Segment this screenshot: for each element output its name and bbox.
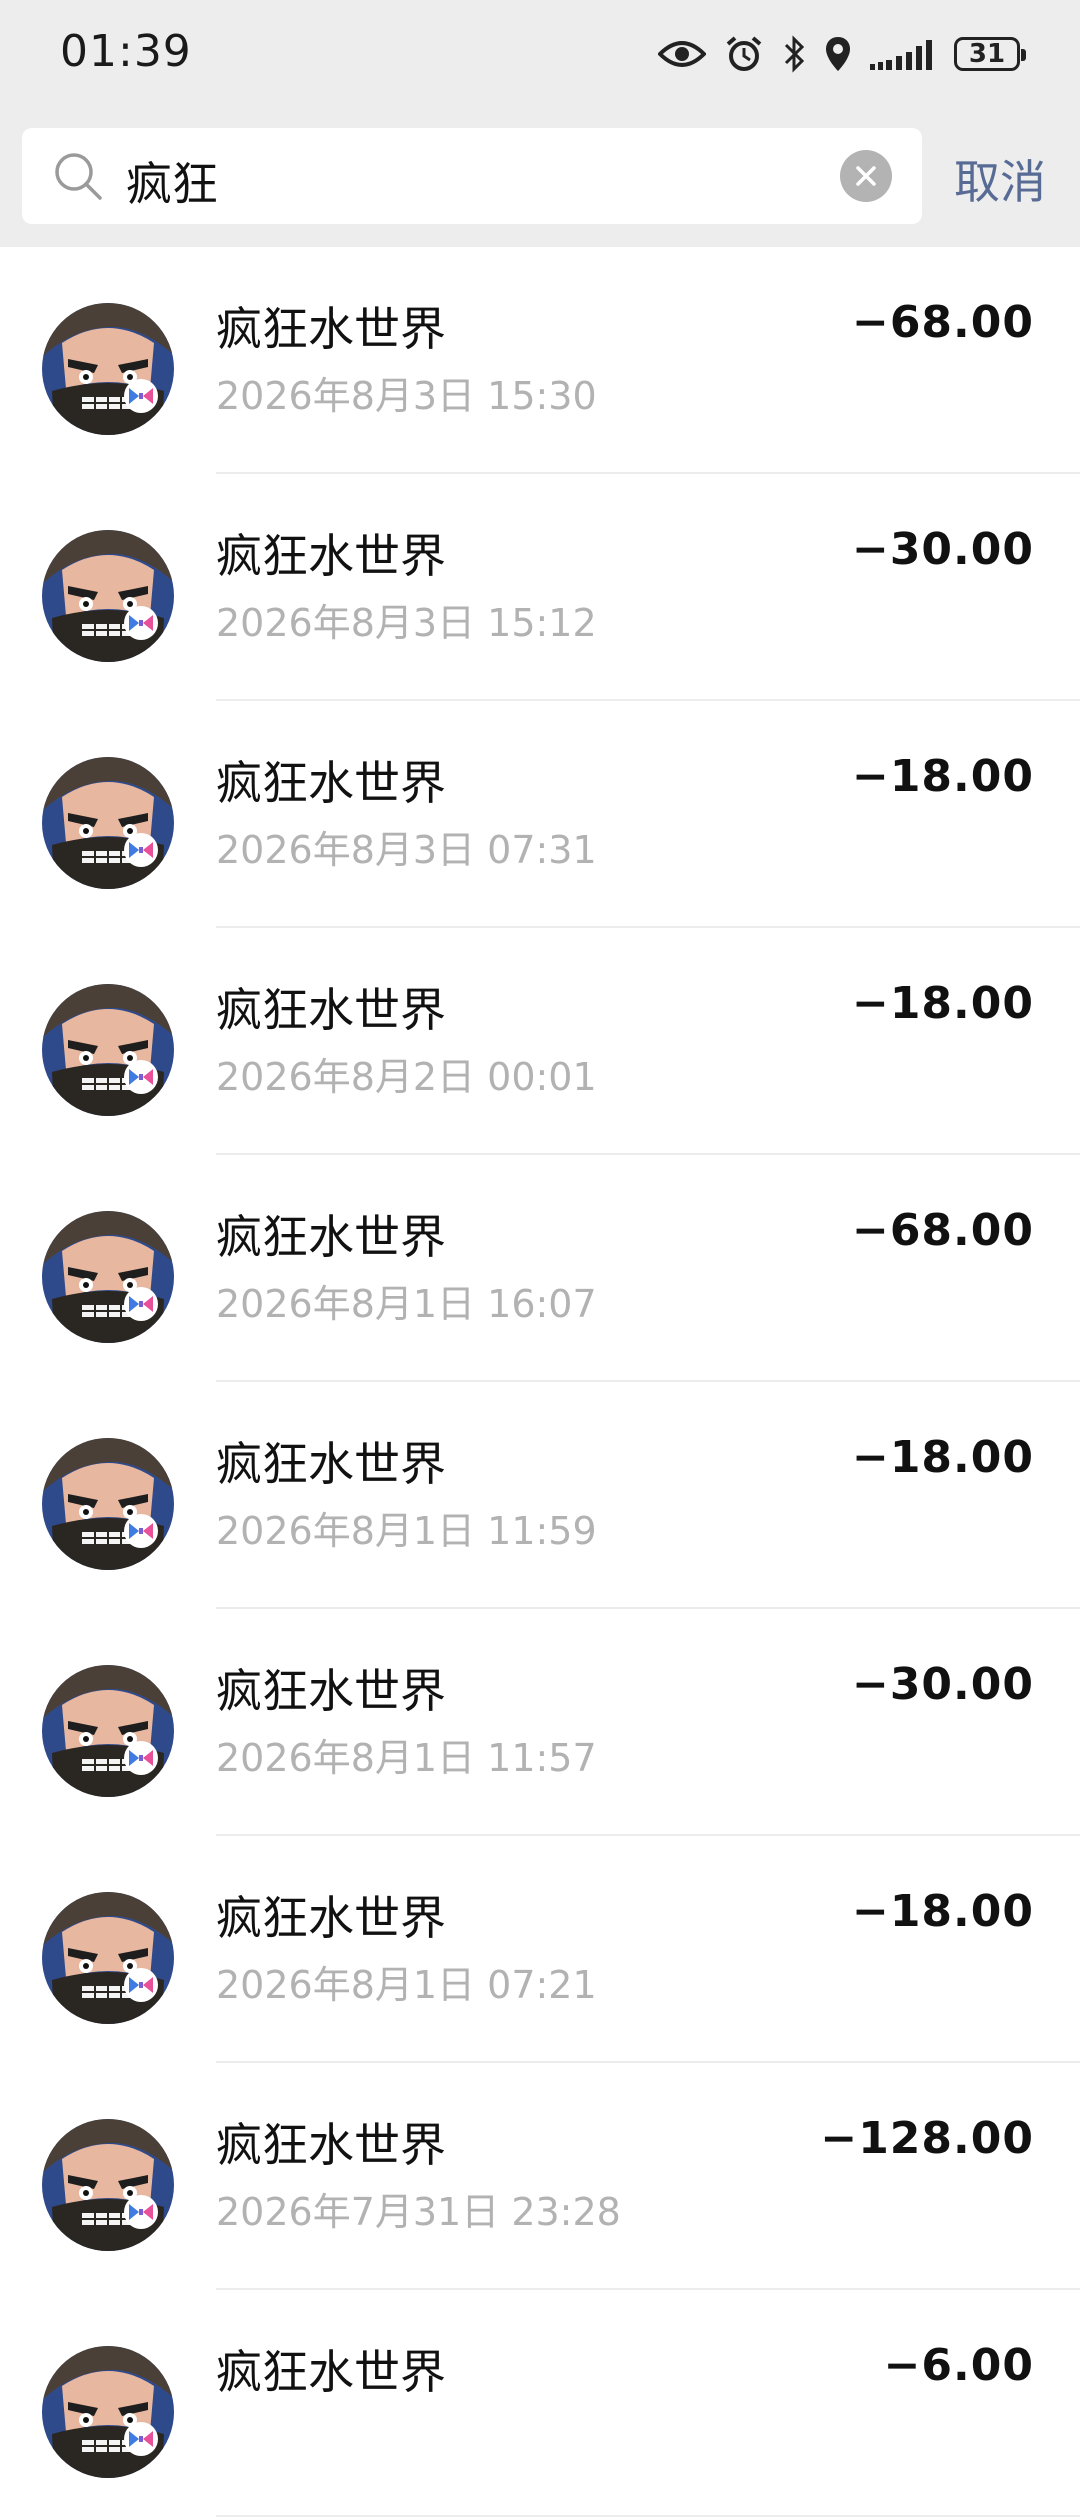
transaction-row[interactable]: 疯狂水世界 2026年8月1日 11:59 −18.00	[0, 1382, 1080, 1609]
transaction-amount: −128.00	[820, 2113, 1034, 2164]
wechat-pay-badge-icon	[124, 1968, 158, 2002]
merchant-name: 疯狂水世界	[216, 983, 446, 1037]
avatar	[42, 1438, 174, 1570]
transaction-amount: −68.00	[851, 297, 1034, 348]
avatar	[42, 2119, 174, 2251]
transaction-time: 2026年8月3日 15:30	[216, 374, 597, 418]
avatar	[42, 303, 174, 435]
transaction-time: 2026年8月2日 00:01	[216, 1055, 597, 1099]
transaction-list: 疯狂水世界 2026年8月3日 15:30 −68.00 疯狂水世界 2026年…	[0, 247, 1080, 2517]
avatar	[42, 2346, 174, 2478]
wechat-pay-badge-icon	[124, 1287, 158, 1321]
transaction-time: 2026年8月3日 15:12	[216, 601, 597, 645]
transaction-time: 2026年8月1日 11:57	[216, 1736, 597, 1780]
transaction-row[interactable]: 疯狂水世界 2026年7月31日 23:28 −128.00	[0, 2063, 1080, 2290]
transaction-amount: −18.00	[851, 751, 1034, 802]
transaction-amount: −68.00	[851, 1205, 1034, 1256]
wechat-pay-badge-icon	[124, 833, 158, 867]
merchant-name: 疯狂水世界	[216, 302, 446, 356]
merchant-name: 疯狂水世界	[216, 1891, 446, 1945]
transaction-time: 2026年8月3日 07:31	[216, 828, 597, 872]
battery-icon: 31	[954, 37, 1026, 71]
avatar	[42, 984, 174, 1116]
status-bar: 01:39 31	[0, 0, 1080, 110]
transaction-amount: −30.00	[851, 524, 1034, 575]
transaction-amount: −18.00	[851, 978, 1034, 1029]
avatar	[42, 1892, 174, 2024]
wechat-pay-badge-icon	[124, 1741, 158, 1775]
wechat-pay-badge-icon	[124, 2422, 158, 2456]
transaction-amount: −30.00	[851, 1659, 1034, 1710]
avatar	[42, 757, 174, 889]
merchant-name: 疯狂水世界	[216, 2118, 446, 2172]
merchant-name: 疯狂水世界	[216, 1437, 446, 1491]
avatar	[42, 530, 174, 662]
status-icons: 31	[658, 28, 1026, 80]
wechat-pay-badge-icon	[124, 1060, 158, 1094]
merchant-name: 疯狂水世界	[216, 2345, 446, 2399]
bluetooth-icon	[782, 35, 806, 73]
eye-icon	[658, 38, 706, 70]
transaction-row[interactable]: 疯狂水世界 2026年8月3日 07:31 −18.00	[0, 701, 1080, 928]
transaction-row[interactable]: 疯狂水世界 2026年8月3日 15:30 −68.00	[0, 247, 1080, 474]
transaction-row[interactable]: 疯狂水世界 2026年8月1日 11:57 −30.00	[0, 1609, 1080, 1836]
transaction-row[interactable]: 疯狂水世界 2026年8月2日 00:01 −18.00	[0, 928, 1080, 1155]
transaction-time: 2026年8月1日 11:59	[216, 1509, 597, 1553]
signal-icon	[870, 38, 936, 70]
transaction-time: 2026年8月1日 16:07	[216, 1282, 597, 1326]
transaction-time: 2026年8月1日 07:21	[216, 1963, 597, 2007]
wechat-pay-badge-icon	[124, 1514, 158, 1548]
cancel-button[interactable]: 取消	[954, 146, 1046, 212]
search-icon	[52, 150, 104, 206]
wechat-pay-badge-icon	[124, 2195, 158, 2229]
transaction-amount: −6.00	[883, 2340, 1034, 2391]
search-box[interactable]: 疯狂	[22, 128, 922, 224]
transaction-amount: −18.00	[851, 1432, 1034, 1483]
wechat-pay-badge-icon	[124, 379, 158, 413]
location-icon	[824, 35, 852, 73]
wechat-pay-badge-icon	[124, 606, 158, 640]
merchant-name: 疯狂水世界	[216, 1664, 446, 1718]
clear-search-icon[interactable]	[840, 150, 892, 202]
transaction-row[interactable]: 疯狂水世界 2026年8月1日 16:07 −68.00	[0, 1155, 1080, 1382]
avatar	[42, 1211, 174, 1343]
search-input[interactable]: 疯狂	[126, 148, 218, 214]
avatar	[42, 1665, 174, 1797]
merchant-name: 疯狂水世界	[216, 756, 446, 810]
transaction-row[interactable]: 疯狂水世界 −6.00	[0, 2290, 1080, 2517]
transaction-row[interactable]: 疯狂水世界 2026年8月1日 07:21 −18.00	[0, 1836, 1080, 2063]
alarm-icon	[724, 34, 764, 74]
merchant-name: 疯狂水世界	[216, 529, 446, 583]
search-bar-area: 疯狂 取消	[0, 110, 1080, 247]
transaction-row[interactable]: 疯狂水世界 2026年8月3日 15:12 −30.00	[0, 474, 1080, 701]
transaction-amount: −18.00	[851, 1886, 1034, 1937]
merchant-name: 疯狂水世界	[216, 1210, 446, 1264]
status-time: 01:39	[60, 26, 192, 77]
transaction-time: 2026年7月31日 23:28	[216, 2190, 621, 2234]
